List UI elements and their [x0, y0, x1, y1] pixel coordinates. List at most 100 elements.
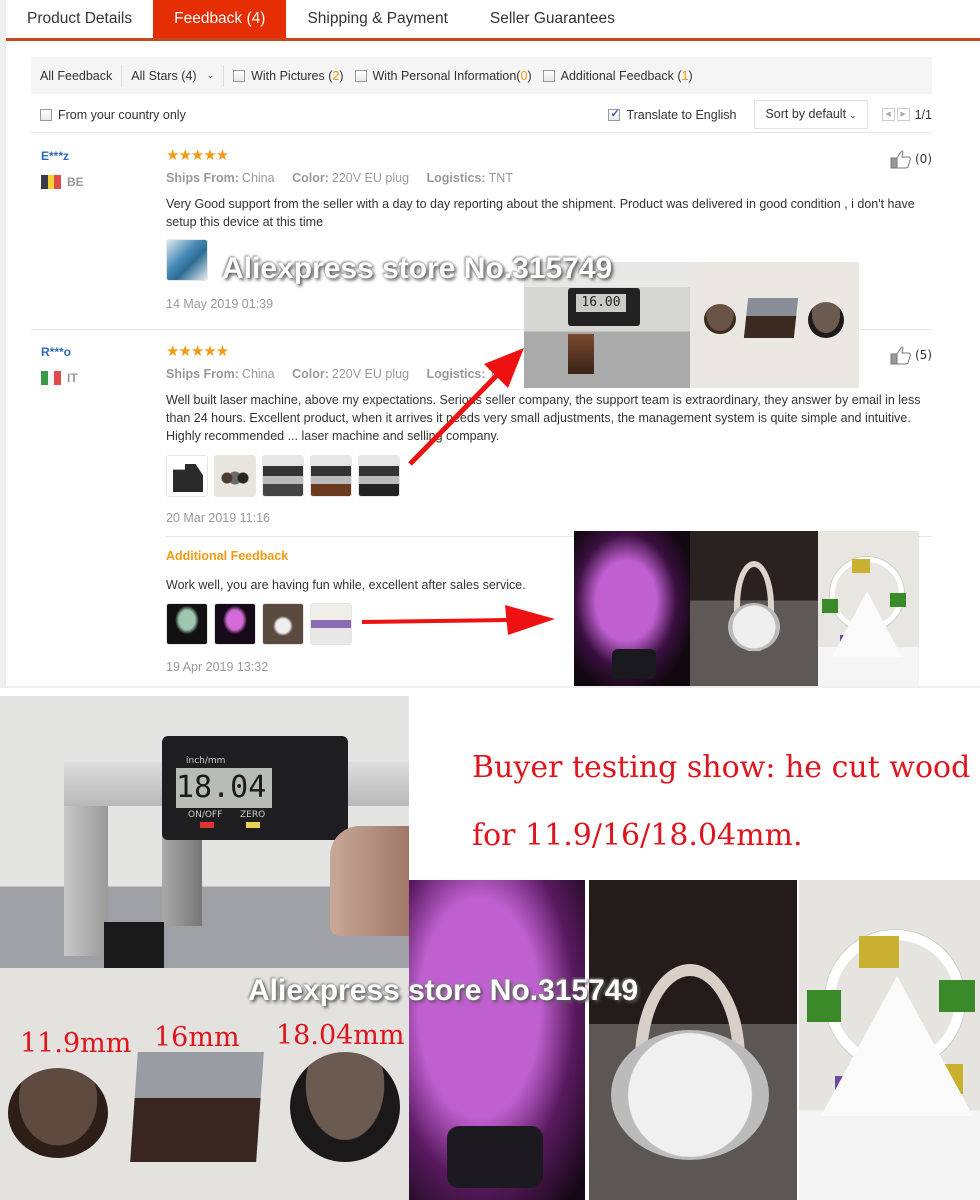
like-count: (5) [915, 348, 932, 362]
caliper-unit-label: inch/mm [186, 756, 226, 766]
page-indicator: 1/1 [914, 107, 932, 122]
star-rating: ★★★★★ [166, 146, 229, 164]
tab-bar: Product Details Feedback (4) Shipping & … [6, 0, 980, 41]
prev-page-button[interactable]: ◀ [881, 108, 895, 121]
from-country-checkbox[interactable] [40, 108, 52, 121]
ferris-wheel-photo [818, 531, 919, 686]
page: Product Details Feedback (4) Shipping & … [0, 0, 980, 1200]
additional-feedback-checkbox[interactable] [542, 69, 555, 82]
logistics-label: Logistics: [426, 367, 486, 381]
review-photo-thumbnail[interactable] [166, 455, 208, 497]
like-button[interactable]: (5) [890, 345, 932, 365]
review-photo-thumbnail[interactable] [166, 603, 208, 645]
with-pictures-checkbox[interactable] [233, 69, 246, 82]
size-label-11-9mm: 11.9mm [20, 1028, 132, 1059]
basket-large-photo [589, 880, 797, 1200]
reviewer-country: BE [41, 175, 84, 189]
review-date: 14 May 2019 01:39 [166, 297, 274, 311]
color-label: Color: [292, 171, 329, 185]
promo-banner: inch/mm 18.04 ON/OFF ZERO 11.9mm 16mm 18… [0, 688, 980, 1200]
all-feedback-filter[interactable]: All Feedback [31, 57, 121, 94]
like-button[interactable]: (0) [890, 149, 932, 169]
country-code: IT [67, 371, 78, 385]
thumbs-up-icon [890, 150, 911, 169]
ships-from-label: Ships From: [166, 171, 239, 185]
color-value: 220V EU plug [331, 367, 410, 381]
all-stars-dropdown[interactable]: All Stars (4) ⌄ [122, 57, 223, 94]
all-feedback-label: All Feedback [40, 68, 113, 83]
review-photo-thumbnail[interactable] [262, 603, 304, 645]
additional-feedback-title: Additional Feedback [166, 549, 289, 563]
paren: ) [527, 68, 532, 83]
review-photo-thumbnail[interactable] [358, 455, 400, 497]
wood-samples-large-photo [0, 968, 409, 1200]
paren: ) [339, 68, 344, 83]
color-label: Color: [292, 367, 329, 381]
country-code: BE [67, 175, 84, 189]
tab-product-details[interactable]: Product Details [6, 0, 153, 38]
review-photos [166, 455, 406, 497]
all-stars-label: All Stars (4) [131, 68, 197, 83]
with-personal-info-checkbox[interactable] [354, 69, 367, 82]
banner-headline: Buyer testing show: he cut wood [472, 750, 971, 785]
ships-from-value: China [241, 367, 275, 381]
tab-feedback[interactable]: Feedback (4) [153, 0, 287, 38]
like-count: (0) [915, 152, 932, 166]
from-country-option[interactable]: From your country only [31, 108, 186, 122]
with-pictures-count: 2 [332, 68, 340, 83]
review-date: 20 Mar 2019 11:16 [166, 511, 271, 525]
reviewer-country: IT [41, 371, 78, 385]
options-bar: From your country only Translate to Engl… [31, 97, 932, 133]
translate-checkbox[interactable] [608, 107, 621, 121]
with-personal-info-filter[interactable]: With Personal Information(0) [353, 57, 541, 94]
review-photo-thumbnail[interactable] [310, 603, 352, 645]
review-photo-thumbnail[interactable] [310, 455, 352, 497]
additional-feedback-date: 19 Apr 2019 13:32 [166, 660, 269, 674]
ships-from-value: China [241, 171, 275, 185]
additional-feedback-photos [166, 603, 358, 645]
chevron-down-icon: ⌄ [206, 70, 215, 80]
filter-bar: All Feedback All Stars (4) ⌄ With Picture… [31, 57, 932, 94]
horse-lamp-photo [574, 531, 690, 686]
thumbs-up-icon [890, 346, 911, 365]
caliper-onoff-label: ON/OFF [188, 810, 223, 820]
caliper-measurement-photo: inch/mm 18.04 ON/OFF ZERO [0, 696, 409, 968]
horse-lamp-large-photo [409, 880, 585, 1200]
with-personal-info-count: 0 [520, 68, 528, 83]
belgium-flag-icon [41, 175, 62, 189]
banner-subline: for 11.9/16/18.04mm. [472, 818, 803, 853]
next-page-button[interactable]: ▶ [896, 108, 910, 121]
pagination: ◀ ▶ 1/1 [881, 107, 932, 122]
with-personal-info-label: With Personal Information( [372, 68, 521, 83]
ships-from-label: Ships From: [166, 367, 239, 381]
tab-seller-guarantees[interactable]: Seller Guarantees [469, 0, 636, 38]
caliper-reading: 16.00 [576, 294, 626, 312]
review-photos [166, 239, 214, 281]
with-pictures-filter[interactable]: With Pictures (2) [224, 57, 352, 94]
review-photo-thumbnail[interactable] [214, 603, 256, 645]
ferris-wheel-large-photo [799, 880, 980, 1200]
store-feedback-screenshot: Product Details Feedback (4) Shipping & … [0, 0, 980, 688]
size-label-18-04mm: 18.04mm [276, 1020, 405, 1051]
reviewer-name[interactable]: E***z [41, 149, 69, 163]
review-meta: Ships From: China Color: 220V EU plug Logi… [166, 367, 527, 381]
reviewer-name[interactable]: R***o [41, 345, 71, 359]
star-rating: ★★★★★ [166, 342, 229, 360]
sort-dropdown[interactable]: Sort by default ⌄ [754, 100, 868, 129]
logistics-label: Logistics: [426, 171, 486, 185]
tab-shipping-payment[interactable]: Shipping & Payment [286, 0, 468, 38]
review-photo-thumbnail[interactable] [214, 455, 256, 497]
from-country-label: From your country only [58, 107, 186, 122]
basket-photo [690, 531, 818, 686]
color-value: 220V EU plug [331, 171, 410, 185]
review-meta: Ships From: China Color: 220V EU plug Logi… [166, 171, 527, 185]
logistics-value: TNT [488, 171, 513, 185]
review-photo-thumbnail[interactable] [166, 239, 208, 281]
with-pictures-label: With Pictures ( [251, 68, 333, 83]
translate-label: Translate to English [626, 107, 737, 122]
review-photo-thumbnail[interactable] [262, 455, 304, 497]
review-text: Well built laser machine, above my expec… [166, 393, 921, 443]
additional-feedback-filter[interactable]: Additional Feedback (1) [541, 57, 702, 94]
additional-feedback-count: 1 [681, 68, 689, 83]
logistics-value: TNT [488, 367, 513, 381]
